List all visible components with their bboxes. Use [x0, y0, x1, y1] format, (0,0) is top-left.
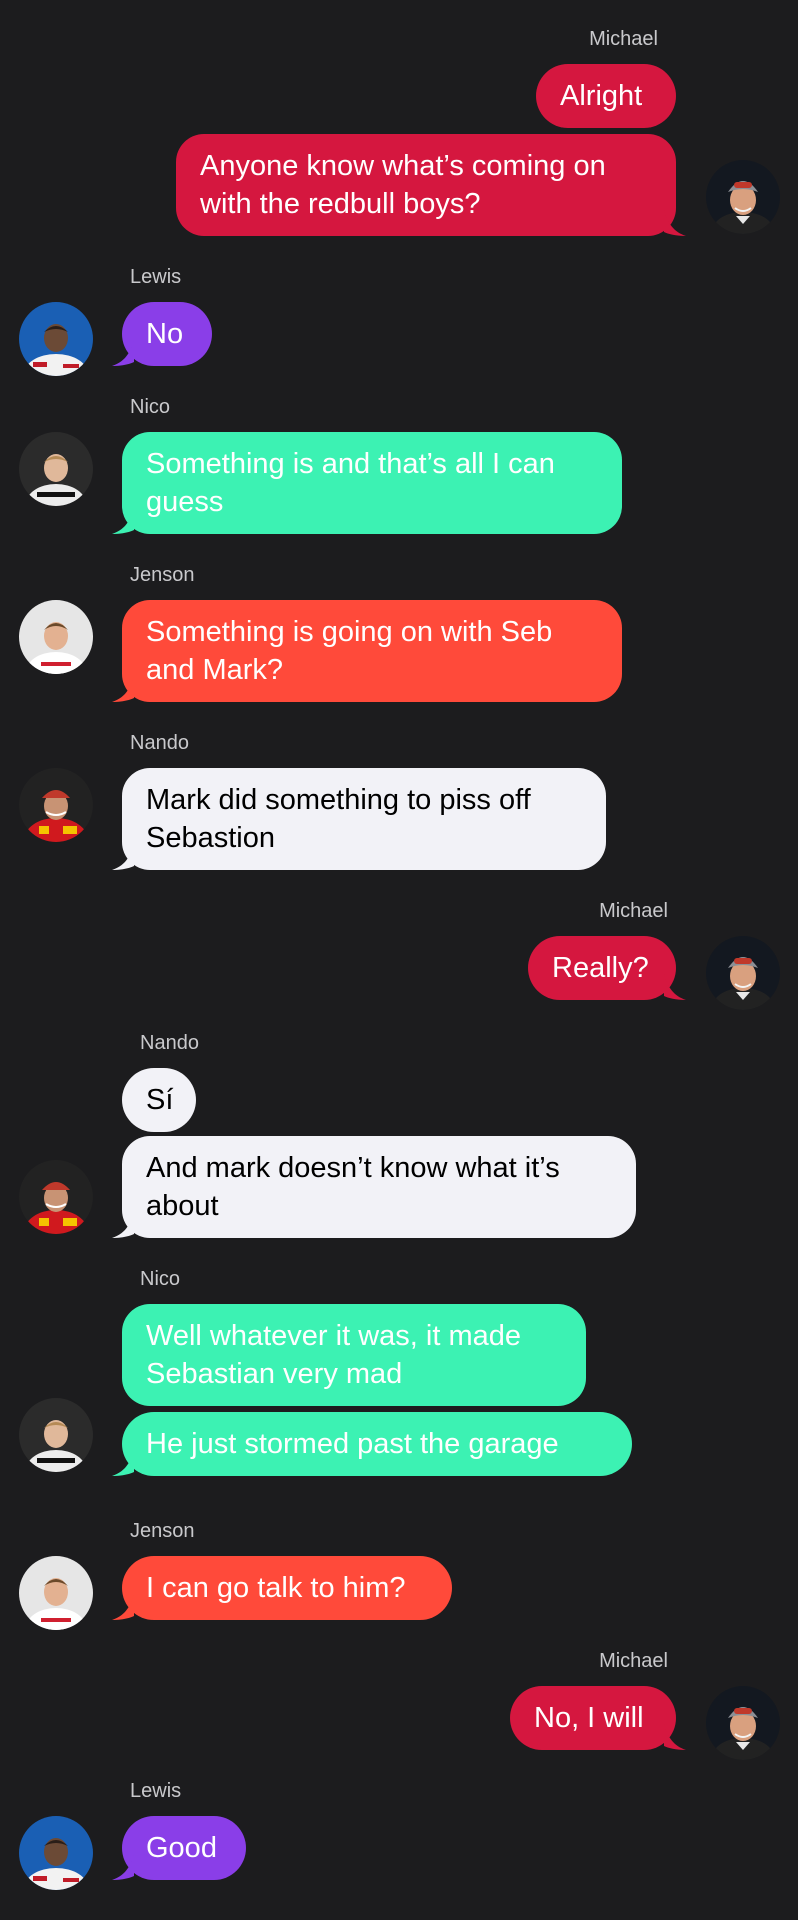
message-text: Alright: [560, 80, 643, 112]
message-text: I can go talk to him?: [146, 1572, 406, 1604]
nando-avatar-icon[interactable]: [19, 768, 93, 842]
sender-label-jenson: Jenson: [130, 564, 195, 586]
sender-label-michael: Michael: [599, 900, 668, 922]
message-bubble-nico[interactable]: Something is and that’s all I can guess: [122, 432, 622, 534]
message-text: No: [146, 318, 184, 350]
bubble-tail-right: [664, 974, 686, 1000]
bubble-tail-left: [112, 676, 134, 702]
message-bubble-michael[interactable]: Anyone know what’s coming on with the re…: [176, 134, 676, 236]
bubble-tail-left: [112, 1450, 134, 1476]
message-bubble-michael[interactable]: Alright: [536, 64, 676, 128]
nando-avatar-icon[interactable]: [19, 1160, 93, 1234]
sender-label-michael: Michael: [589, 28, 658, 50]
message-bubble-nando[interactable]: Sí: [122, 1068, 196, 1132]
sender-label-michael: Michael: [599, 1650, 668, 1672]
bubble-tail-left: [112, 1212, 134, 1238]
michael-avatar-icon[interactable]: [706, 160, 780, 234]
message-text: Mark did something to piss off Sebastion: [146, 784, 531, 854]
message-text: No, I will: [534, 1702, 644, 1734]
message-bubble-jenson[interactable]: I can go talk to him?: [122, 1556, 452, 1620]
bubble-tail-left: [112, 340, 134, 366]
sender-label-nico: Nico: [140, 1268, 181, 1290]
message-bubble-nico[interactable]: Well whatever it was, it made Sebastian …: [122, 1304, 586, 1406]
lewis-avatar-icon[interactable]: [19, 302, 93, 376]
message-text: He just stormed past the garage: [146, 1428, 559, 1460]
jenson-avatar-icon[interactable]: [19, 600, 93, 674]
message-bubble-nando[interactable]: Mark did something to piss off Sebastion: [122, 768, 606, 870]
message-text: Really?: [552, 952, 649, 984]
message-bubble-lewis[interactable]: No: [122, 302, 212, 366]
message-bubble-nando[interactable]: And mark doesn’t know what it’s about: [122, 1136, 636, 1238]
bubble-tail-left: [112, 1854, 134, 1880]
sender-label-jenson: Jenson: [130, 1520, 195, 1542]
nico-avatar-icon[interactable]: [19, 432, 93, 506]
message-text: Well whatever it was, it made Sebastian …: [146, 1320, 521, 1390]
message-text: Something is and that’s all I can guess: [146, 448, 555, 518]
message-bubble-michael[interactable]: No, I will: [510, 1686, 676, 1750]
bubble-tail-left: [112, 508, 134, 534]
message-bubble-lewis[interactable]: Good: [122, 1816, 246, 1880]
bubble-tail-left: [112, 844, 134, 870]
message-text: And mark doesn’t know what it’s about: [146, 1152, 560, 1222]
chat-transcript: Michael Alright Anyone know what’s comin…: [0, 0, 798, 1920]
lewis-avatar-icon[interactable]: [19, 1816, 93, 1890]
michael-avatar-icon[interactable]: [706, 1686, 780, 1760]
bubble-tail-right: [664, 210, 686, 236]
message-text: Sí: [146, 1084, 174, 1116]
bubble-tail-right: [664, 1724, 686, 1750]
bubble-tail-left: [112, 1594, 134, 1620]
message-text: Anyone know what’s coming on with the re…: [200, 150, 606, 220]
jenson-avatar-icon[interactable]: [19, 1556, 93, 1630]
sender-label-lewis: Lewis: [130, 266, 182, 288]
sender-label-nando: Nando: [140, 1032, 199, 1054]
michael-avatar-icon[interactable]: [706, 936, 780, 1010]
nico-avatar-icon[interactable]: [19, 1398, 93, 1472]
message-bubble-nico[interactable]: He just stormed past the garage: [122, 1412, 632, 1476]
message-bubble-jenson[interactable]: Something is going on with Seb and Mark?: [122, 600, 622, 702]
message-bubble-michael[interactable]: Really?: [528, 936, 676, 1000]
sender-label-nando: Nando: [130, 732, 189, 754]
message-text: Something is going on with Seb and Mark?: [146, 616, 553, 686]
sender-label-nico: Nico: [130, 396, 171, 418]
sender-label-lewis: Lewis: [130, 1780, 182, 1802]
message-text: Good: [146, 1832, 217, 1864]
